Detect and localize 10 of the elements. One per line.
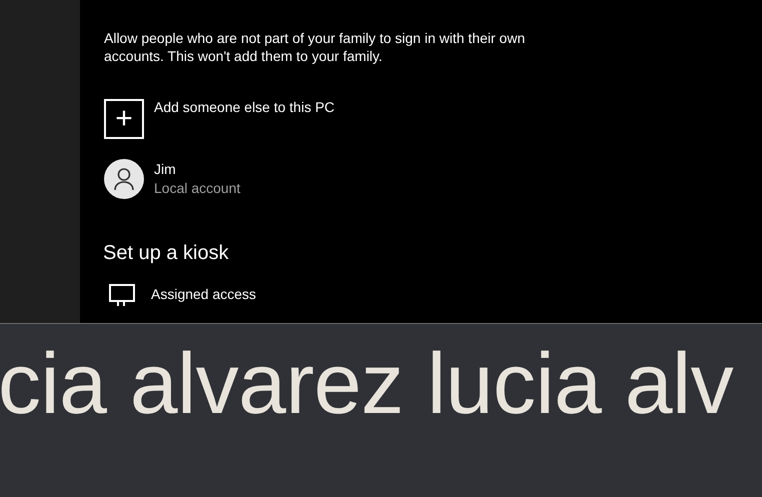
monitor-icon [109, 284, 135, 306]
plus-icon: + [104, 99, 144, 139]
account-type: Local account [154, 179, 240, 198]
zoomed-text: cia alvarez lucia alv [0, 335, 734, 427]
description-text: Allow people who are not part of your family to sign in with their own accounts. This won't add them to your family. [104, 29, 526, 65]
account-name[interactable]: Jim [154, 160, 240, 179]
add-user-button[interactable]: + Add someone else to this PC [104, 99, 335, 139]
section-heading: Set up a kiosk [103, 242, 230, 265]
assigned-access-link[interactable]: Assigned access [151, 286, 256, 302]
user-avatar-icon [104, 159, 144, 199]
